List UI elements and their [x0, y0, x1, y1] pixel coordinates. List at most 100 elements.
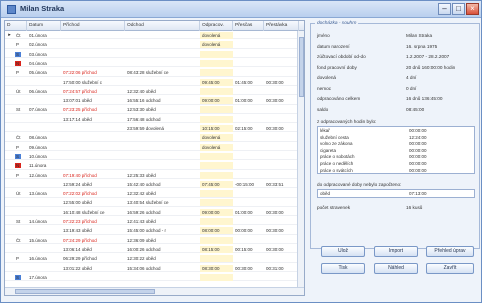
column-header[interactable]: D — [5, 21, 27, 31]
table-row[interactable]: 23:59:59 dovolená 10:15:00 02:15:00 00:30:0… — [5, 125, 304, 133]
table-cell[interactable]: 17:56:48 odchod — [125, 116, 200, 123]
table-cell[interactable]: 17:50:00 služební c — [61, 79, 125, 86]
close-button[interactable]: Zavřít — [426, 263, 474, 274]
table-row[interactable]: P 05.února 07:22:06 příchod 08:43:28 služeb… — [5, 69, 304, 77]
table-cell[interactable]: N — [14, 60, 28, 67]
table-cell[interactable] — [264, 41, 299, 48]
table-cell[interactable]: dovolená — [200, 32, 233, 39]
table-cell[interactable] — [27, 265, 61, 272]
table-cell[interactable] — [233, 153, 264, 160]
table-cell[interactable]: P — [14, 144, 28, 151]
table-cell[interactable] — [14, 116, 28, 123]
table-cell[interactable]: 01:45:00 — [233, 79, 264, 86]
changes-overview-button[interactable]: Přehled úprav — [426, 246, 474, 257]
table-cell[interactable]: 12:32:40 oběd — [125, 88, 200, 95]
table-row[interactable]: S 03.února — [5, 50, 304, 59]
table-cell[interactable]: 16.února — [27, 255, 61, 262]
table-cell[interactable]: St — [14, 106, 28, 113]
table-row[interactable]: Út 13.února 07:22:02 příchod 12:32:42 oběd — [5, 190, 304, 198]
table-cell[interactable]: Čt — [14, 32, 28, 39]
table-row[interactable]: 13:07:01 oběd 16:55:16 odchod 09:00:00 01:0… — [5, 97, 304, 105]
table-cell[interactable] — [14, 199, 28, 206]
vertical-scrollbar[interactable] — [297, 31, 304, 289]
table-cell[interactable] — [264, 172, 299, 179]
table-cell[interactable]: 00:30:00 — [233, 265, 264, 272]
table-cell[interactable]: 12:25:33 oběd — [125, 172, 200, 179]
preview-button[interactable]: Náhled — [374, 263, 418, 274]
table-cell[interactable] — [125, 79, 200, 86]
table-cell[interactable] — [200, 218, 233, 225]
scroll-thumb[interactable] — [299, 37, 304, 97]
table-cell[interactable] — [200, 273, 233, 281]
table-cell[interactable] — [200, 255, 233, 263]
table-cell[interactable] — [27, 116, 61, 123]
table-row[interactable]: 13:01:22 oběd 15:34:06 odchod 08:30:00 00:3… — [5, 264, 304, 272]
table-cell[interactable]: S — [14, 153, 28, 160]
table-cell[interactable] — [264, 144, 299, 151]
column-header[interactable]: Příchod — [61, 21, 125, 31]
table-cell[interactable] — [200, 50, 233, 58]
table-cell[interactable]: 15.února — [27, 237, 61, 244]
table-cell[interactable]: 10.února — [27, 153, 61, 160]
table-row[interactable]: N 04.února — [5, 59, 304, 68]
table-cell[interactable]: 08:30:00 — [200, 264, 233, 272]
table-cell[interactable]: 16:59:26 odchod — [125, 209, 200, 216]
table-cell[interactable]: P — [14, 172, 28, 179]
table-cell[interactable]: 09:45:00 — [200, 78, 233, 86]
table-cell[interactable]: P — [14, 255, 28, 262]
table-row[interactable]: St 14.února 07:22:23 příchod 12:41:43 oběd — [5, 218, 304, 226]
table-cell[interactable]: 13.února — [27, 190, 61, 197]
table-cell[interactable]: 00:30:00 — [264, 246, 299, 253]
table-cell[interactable] — [125, 144, 200, 151]
table-cell[interactable]: 00:30:00 — [264, 125, 299, 132]
table-cell[interactable]: 12:55:00 oběd — [61, 199, 125, 206]
table-row[interactable]: Út 06.února 07:24:57 příchod 12:32:40 oběd — [5, 87, 304, 96]
table-cell[interactable] — [14, 97, 28, 104]
table-cell[interactable]: 15:45:00 odchod - r — [125, 227, 200, 234]
table-cell[interactable]: S — [14, 274, 28, 281]
close-window-button[interactable]: × — [466, 3, 479, 15]
table-cell[interactable] — [264, 32, 299, 39]
table-cell[interactable] — [233, 172, 264, 179]
table-cell[interactable]: 06.února — [27, 88, 61, 95]
table-row[interactable]: S 10.února — [5, 152, 304, 161]
horizontal-scrollbar[interactable] — [5, 287, 304, 295]
table-cell[interactable]: P — [14, 41, 28, 48]
table-cell[interactable]: 07:45:00 — [200, 180, 233, 188]
table-cell[interactable] — [200, 69, 233, 77]
table-cell[interactable]: 16:00:26 odchod — [125, 246, 200, 253]
table-cell[interactable] — [233, 199, 264, 206]
table-cell[interactable]: 12:59:24 oběd — [61, 181, 125, 188]
table-cell[interactable] — [264, 153, 299, 160]
table-cell[interactable] — [61, 162, 125, 169]
table-cell[interactable]: 01.února — [27, 32, 61, 39]
table-cell[interactable]: 07:22:23 příchod — [61, 218, 125, 225]
table-cell[interactable] — [125, 32, 200, 39]
table-cell[interactable]: 01:00:00 — [233, 209, 264, 216]
table-cell[interactable]: 09:00:00 — [200, 97, 233, 105]
table-cell[interactable]: 07.února — [27, 106, 61, 113]
table-cell[interactable]: 12:32:42 oběd — [125, 190, 200, 197]
scroll-thumb[interactable] — [15, 289, 155, 294]
table-row[interactable]: 12:59:24 oběd 15:42:40 odchod 07:45:00 -00:… — [5, 180, 304, 189]
table-cell[interactable] — [27, 97, 61, 104]
table-cell[interactable] — [264, 134, 299, 141]
table-row[interactable]: 13:06:14 oběd 16:00:26 odchod 08:15:00 00:1… — [5, 245, 304, 254]
table-cell[interactable]: 08.února — [27, 134, 61, 141]
table-cell[interactable] — [125, 41, 200, 48]
minimize-button[interactable]: – — [438, 3, 451, 15]
table-cell[interactable]: 17.února — [27, 274, 61, 281]
table-row[interactable]: P 09.února dovolená — [5, 143, 304, 152]
table-cell[interactable] — [125, 134, 200, 141]
save-button[interactable]: Ulož — [321, 246, 365, 257]
table-cell[interactable] — [233, 51, 264, 58]
table-cell[interactable]: 16:55:16 odchod — [125, 97, 200, 104]
table-cell[interactable]: S — [14, 51, 28, 58]
table-cell[interactable]: 15:42:40 odchod — [125, 181, 200, 188]
table-cell[interactable] — [233, 41, 264, 48]
table-cell[interactable]: 03.února — [27, 51, 61, 58]
table-cell[interactable] — [27, 79, 61, 86]
table-cell[interactable]: 23:59:59 dovolená — [125, 125, 200, 132]
table-cell[interactable] — [61, 41, 125, 48]
table-cell[interactable]: 00:30:00 — [264, 209, 299, 216]
